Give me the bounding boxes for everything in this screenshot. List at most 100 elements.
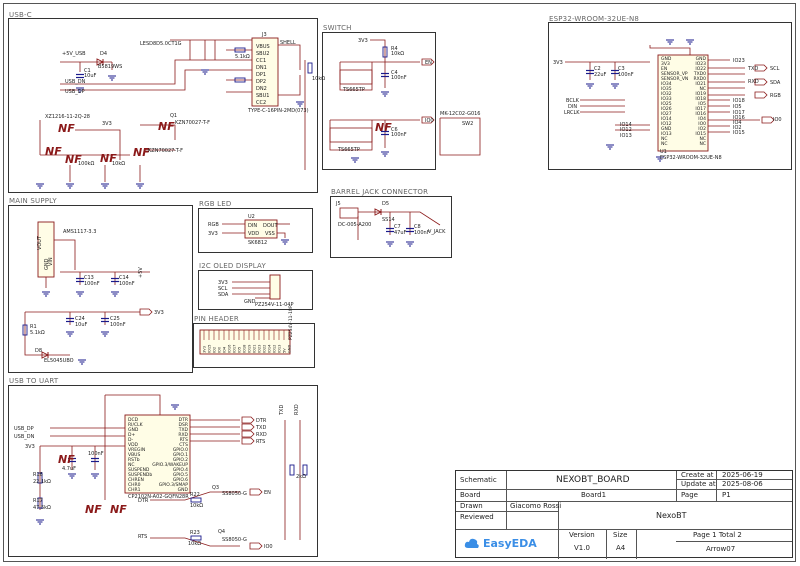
svg-text:ESP32-WROOM-32UE-N8: ESP32-WROOM-32UE-N8: [660, 155, 722, 161]
svg-text:V_JACK: V_JACK: [428, 229, 446, 235]
tb-create-label: Create at: [681, 471, 714, 479]
svg-text:SS8050-G: SS8050-G: [222, 537, 247, 543]
barrel-jack-circuit: J5 D5 SS14 DC-005-A200 C7 47uF C8 100nF …: [335, 201, 446, 247]
svg-text:R17: R17: [33, 498, 43, 504]
oled-circuit: 3V3 SCL SDA GND PZ254V-11-04P: [218, 274, 293, 308]
svg-text:DIN: DIN: [248, 223, 257, 229]
svg-text:IO0: IO0: [264, 544, 273, 550]
svg-text:10kΩ: 10kΩ: [391, 51, 404, 57]
header-pin-label: IO14: [268, 344, 272, 353]
brand-name: EasyEDA: [483, 537, 537, 550]
svg-text:IO0: IO0: [425, 118, 434, 124]
svg-text:RGB: RGB: [770, 93, 781, 99]
svg-text:Q4: Q4: [218, 529, 225, 535]
svg-text:3V3: 3V3: [358, 38, 368, 44]
svg-text:EL5045UBO: EL5045UBO: [44, 358, 74, 364]
svg-text:VBUS: VBUS: [256, 44, 270, 50]
svg-text:TYPE-C-16PIN-2MD(073): TYPE-C-16PIN-2MD(073): [247, 108, 309, 114]
header-pin-label: IO21: [253, 345, 257, 353]
svg-text:USB_DP: USB_DP: [14, 426, 34, 432]
svg-text:D5: D5: [382, 201, 389, 207]
svg-text:VDD: VDD: [248, 231, 259, 237]
svg-text:10kΩ: 10kΩ: [188, 541, 201, 547]
svg-text:DN1: DN1: [256, 65, 267, 71]
esp32-circuit: GND 3V3 EN SENSOR_VP SENSOR_VN IO34 IO35…: [553, 39, 782, 162]
svg-text:100nF: 100nF: [110, 322, 126, 328]
svg-text:VOUT: VOUT: [37, 235, 43, 250]
title-block: Schematic NEXOBT_BOARD Create at 2025-06…: [455, 470, 793, 559]
svg-text:LESD8D5.0CT1G: LESD8D5.0CT1G: [140, 41, 182, 47]
svg-text:SBU1: SBU1: [256, 93, 269, 99]
svg-text:DTR: DTR: [138, 498, 149, 504]
header-pin-label: IO13: [278, 345, 282, 353]
svg-text:22uF: 22uF: [594, 72, 607, 78]
svg-text:SS14: SS14: [382, 217, 395, 223]
svg-text:Q1: Q1: [170, 113, 177, 119]
svg-text:10uF: 10uF: [84, 73, 97, 79]
svg-text:10uF: 10uF: [75, 322, 88, 328]
svg-text:NC: NC: [699, 141, 706, 147]
svg-text:MK-12C02-G016: MK-12C02-G016: [440, 111, 481, 117]
main-supply-circuit: AMS1117-3.3 VOUT GND VIN C13 100nF C14 1…: [22, 221, 164, 365]
header-pin-label: 5V: [283, 348, 287, 353]
svg-text:NF: NF: [158, 120, 175, 133]
svg-text:J3: J3: [261, 32, 267, 38]
svg-text:SCL: SCL: [770, 66, 780, 72]
svg-text:100nF: 100nF: [391, 75, 407, 81]
svg-text:SS8050-G: SS8050-G: [222, 491, 247, 497]
svg-text:100nF: 100nF: [84, 281, 100, 287]
svg-text:5.1kΩ: 5.1kΩ: [30, 330, 45, 336]
svg-text:5.1kΩ: 5.1kΩ: [235, 54, 250, 60]
svg-text:LRCLK: LRCLK: [564, 110, 580, 116]
tb-version-value: V1.0: [574, 544, 590, 552]
svg-text:3V3: 3V3: [25, 444, 35, 450]
svg-text:RTS: RTS: [138, 534, 147, 540]
svg-text:3V3: 3V3: [208, 231, 218, 237]
svg-text:10kΩ: 10kΩ: [190, 503, 203, 509]
svg-text:CC2: CC2: [256, 100, 266, 106]
header-pin-label: 3V3: [203, 346, 207, 353]
svg-text:EN: EN: [264, 490, 271, 496]
svg-text:EN: EN: [425, 60, 432, 66]
tb-drawn-label: Drawn: [460, 502, 483, 510]
svg-text:R23: R23: [190, 530, 200, 536]
switch-circuit: NF 3V3 R4 10kΩ EN C4 100nF TS665TP TS665…: [329, 38, 481, 163]
svg-text:IO23: IO23: [733, 58, 745, 64]
svg-text:USB_DP: USB_DP: [65, 89, 85, 95]
header-pin-label: IO4: [223, 346, 227, 353]
svg-text:10kΩ: 10kΩ: [312, 76, 325, 82]
header-pin-label: IO16: [228, 344, 232, 353]
svg-text:B5819WS: B5819WS: [98, 64, 122, 70]
tb-pages: Page 1 Total 2: [693, 531, 742, 539]
svg-text:NC: NC: [661, 141, 668, 147]
usbc-circuit: NFNFNF NFNFNF +5V_USB D4 B5819WS C1 10uF …: [35, 32, 325, 189]
svg-text:3V3: 3V3: [102, 121, 112, 127]
svg-text:100nF: 100nF: [119, 281, 135, 287]
svg-text:TXD: TXD: [255, 425, 266, 431]
svg-text:GND: GND: [244, 299, 256, 305]
tb-page-label: Page: [681, 491, 698, 499]
tb-update-date: 2025-08-06: [722, 480, 763, 488]
tb-schematic-label: Schematic: [460, 476, 497, 484]
svg-text:NF: NF: [58, 453, 75, 466]
svg-text:100nF: 100nF: [618, 72, 634, 78]
svg-text:IO13: IO13: [620, 133, 632, 139]
svg-text:DOUT: DOUT: [263, 223, 278, 229]
svg-text:KZN70027-T-F: KZN70027-T-F: [148, 148, 183, 154]
svg-text:SHELL: SHELL: [280, 40, 296, 46]
header-pin-label: GND: [288, 345, 292, 353]
header-pin-label: IO19: [248, 344, 252, 353]
tb-author: Arrow07: [706, 545, 736, 553]
svg-text:Q3: Q3: [212, 485, 219, 491]
header-pin-label: IO12: [273, 345, 277, 353]
tb-size-value: A4: [616, 544, 626, 552]
svg-text:XZ1216-11-2Q-28: XZ1216-11-2Q-28: [45, 114, 90, 120]
svg-text:10kΩ: 10kΩ: [112, 161, 125, 167]
svg-text:4.7uF: 4.7uF: [62, 466, 76, 472]
svg-text:VIN: VIN: [48, 257, 54, 266]
svg-text:NF: NF: [375, 121, 392, 134]
svg-text:RXD: RXD: [256, 432, 267, 438]
svg-text:PZ254V-11-04P: PZ254V-11-04P: [255, 302, 293, 308]
tb-title: NEXOBT_BOARD: [556, 475, 630, 485]
svg-text:GND: GND: [178, 487, 189, 493]
